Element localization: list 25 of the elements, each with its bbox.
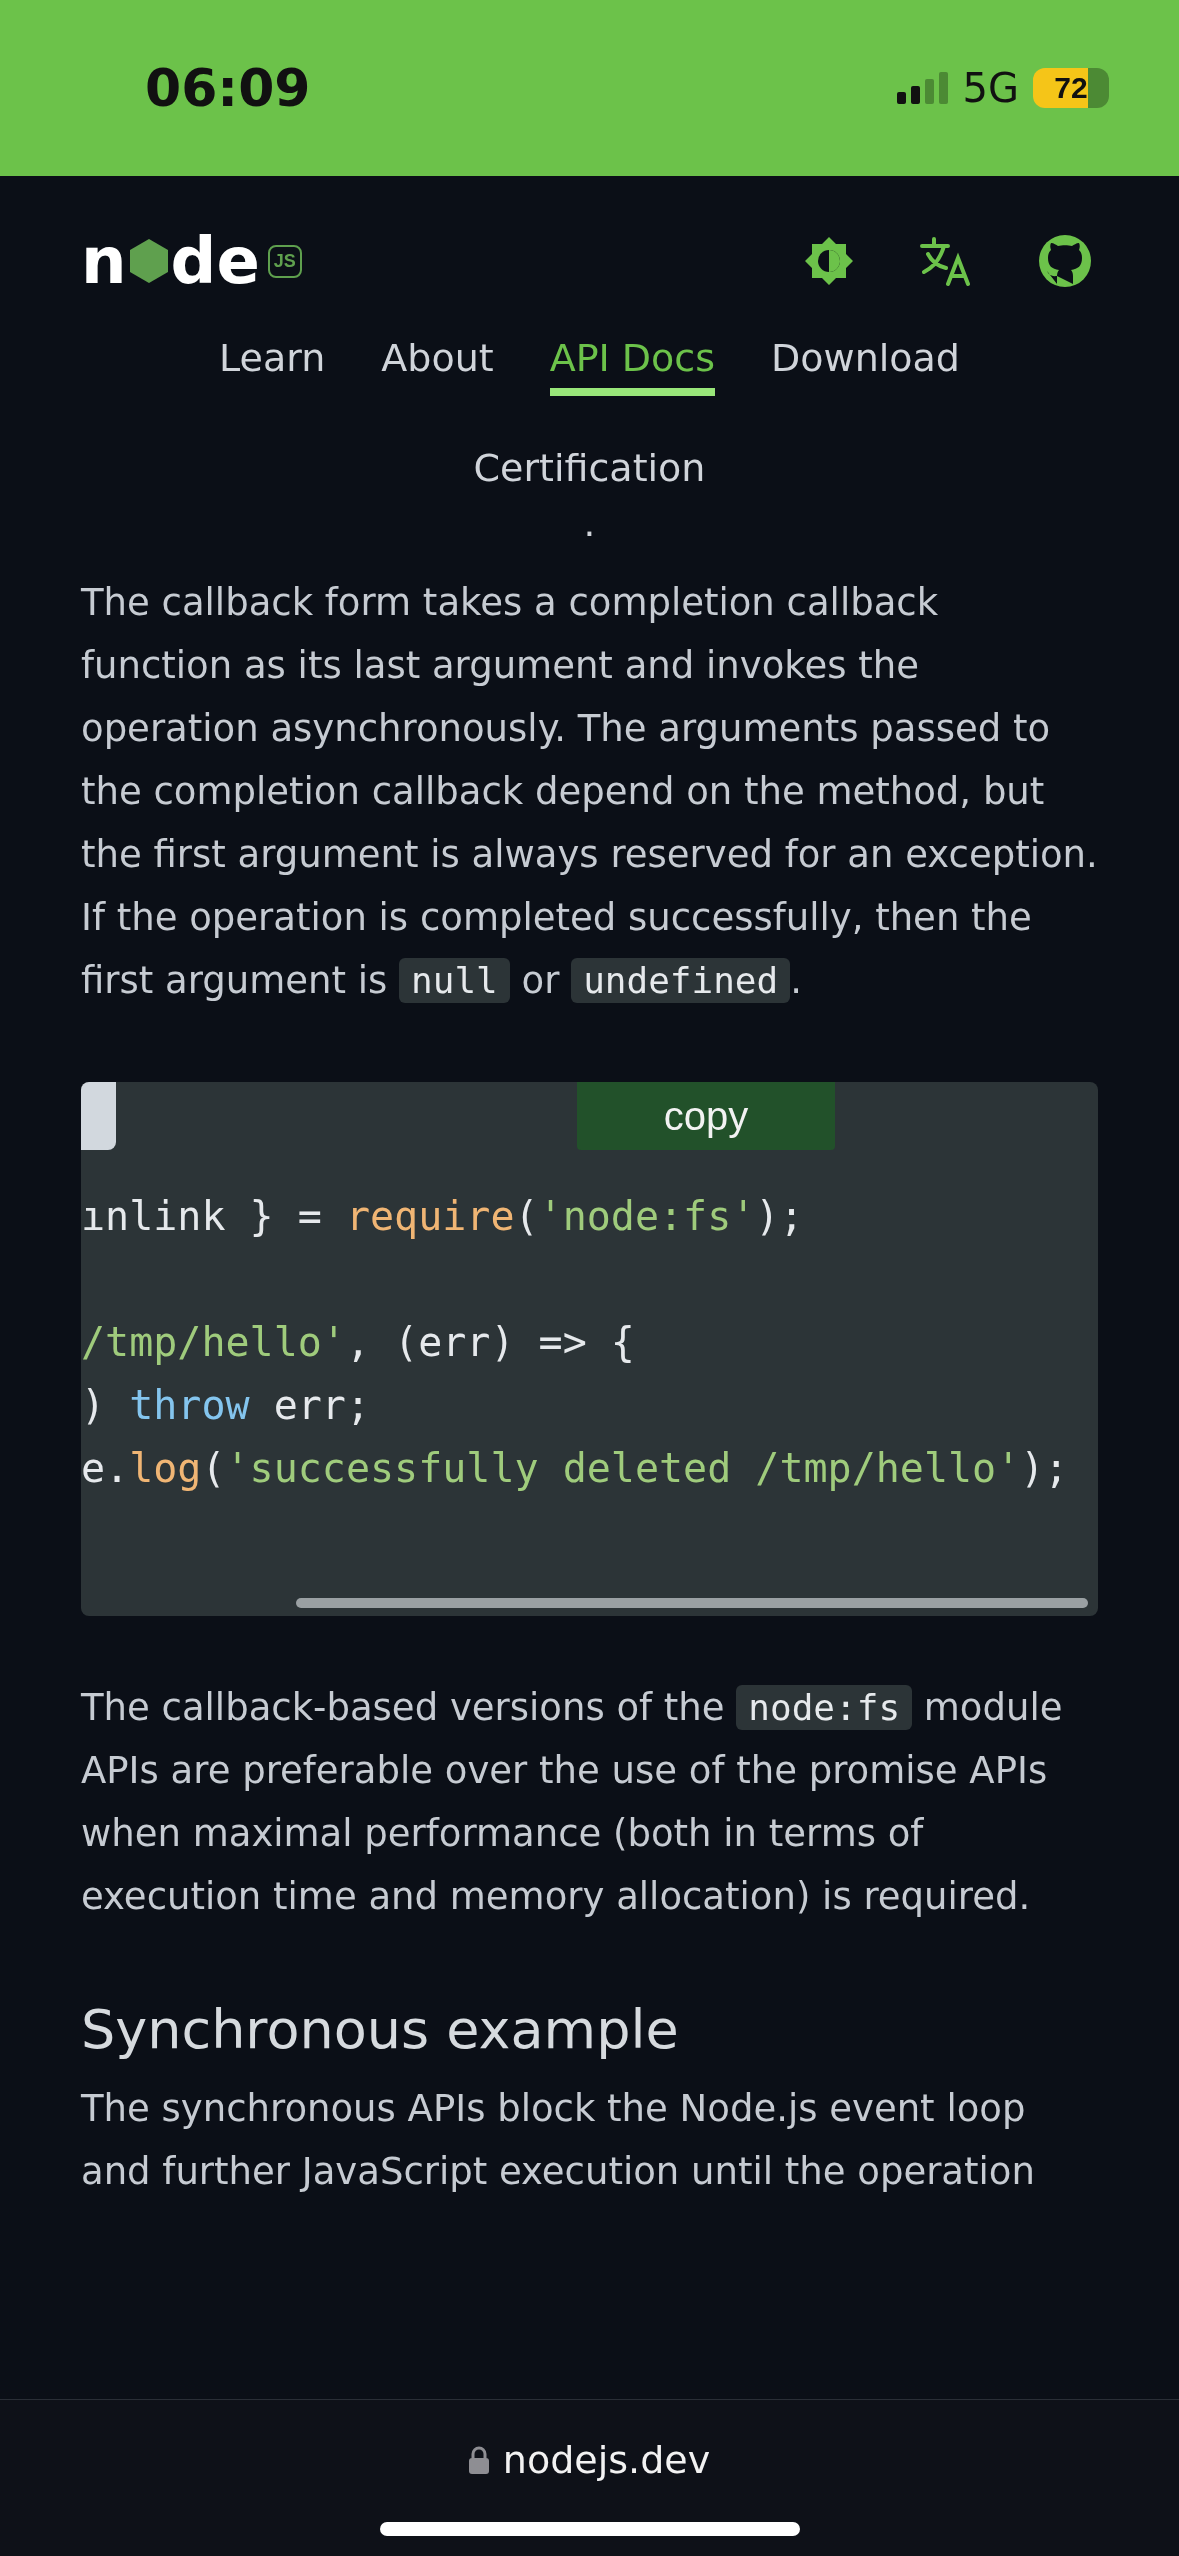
battery-indicator: 72 — [1033, 68, 1109, 108]
code-line: /tmp/hello', (err) => { — [81, 1318, 636, 1368]
body-paragraph: The synchronous APIs block the Node.js event loop and further JavaScript execution until the operation — [81, 2086, 1036, 2195]
translate-icon[interactable] — [920, 236, 972, 286]
status-time: 06:09 — [145, 58, 311, 118]
github-icon[interactable] — [1038, 234, 1092, 288]
code-line: ) throw err; — [81, 1381, 371, 1431]
nav-link[interactable]: About — [381, 336, 494, 396]
theme-icon[interactable] — [804, 236, 854, 286]
copy-button[interactable]: copy — [577, 1082, 835, 1151]
lock-icon — [468, 2446, 489, 2474]
code-line: ınlink } = require('node:fs'); — [81, 1192, 805, 1242]
nav-link[interactable]: API Docs — [549, 336, 716, 396]
signal-icon — [896, 70, 949, 106]
section-heading: Synchronous example — [81, 1998, 680, 2063]
code-line: e.log('successfully deleted /tmp/hello'); — [81, 1444, 1070, 1494]
nav-link[interactable]: Certification — [473, 445, 706, 506]
network-label: 5G — [962, 65, 1019, 111]
scrollbar[interactable] — [296, 1598, 1088, 1609]
nav-link[interactable]: Learn — [219, 336, 326, 396]
nav-link[interactable]: Download — [771, 336, 960, 396]
nodejs-logo[interactable]: n de JS — [81, 229, 302, 293]
body-paragraph: The callback-based versions of the node:fs module APIs are preferable over the use of the promise APIs when maximal performance (both in terms of execution time and memory allocation) is required. — [81, 1684, 1064, 1921]
body-paragraph: The callback form takes a completion callback function as its last argument and invokes the operation asynchronously. The arguments passed to the completion callback depend on the method, but the first argument is always reserved for an exception. If the operation is completed successfully, then the first argument is null or undefined . — [81, 580, 1098, 1006]
separator-dot: · — [581, 511, 598, 552]
